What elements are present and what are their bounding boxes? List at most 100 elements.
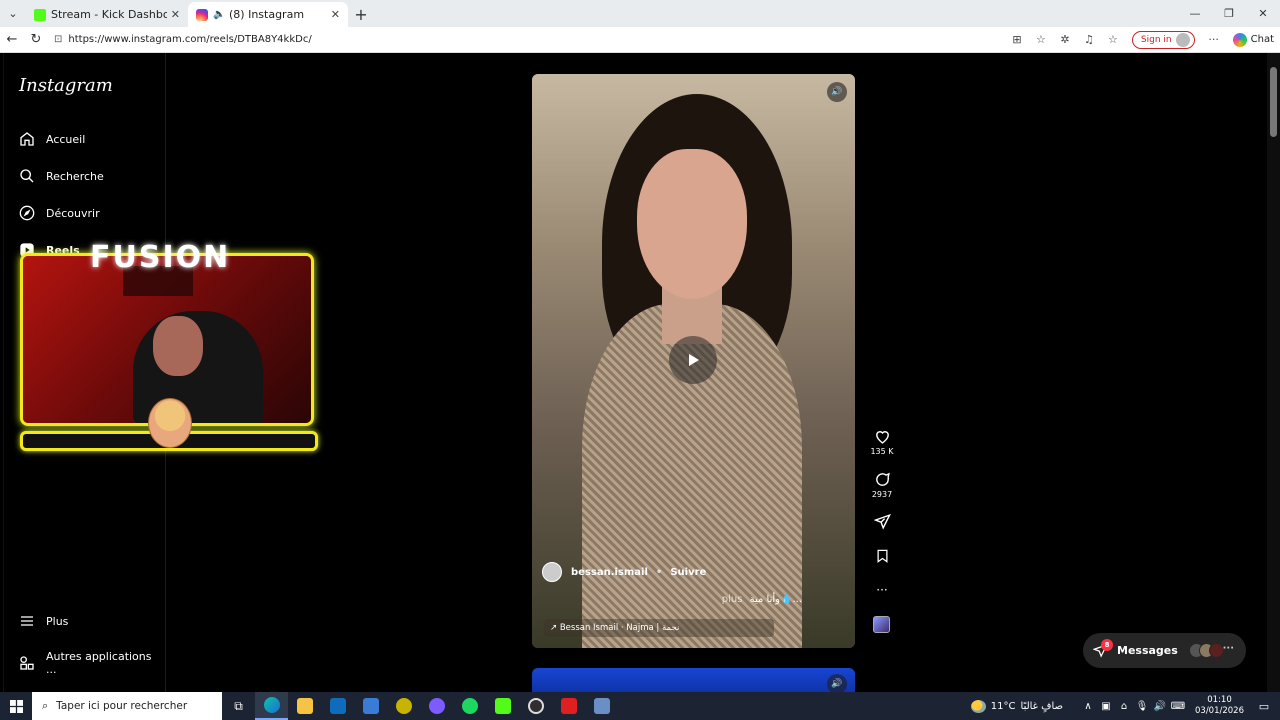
new-tab-button[interactable]: + bbox=[348, 2, 374, 27]
author-username[interactable]: bessan.ismail bbox=[571, 567, 648, 578]
menu-icon bbox=[19, 613, 35, 629]
more-menu-icon[interactable]: ··· bbox=[1203, 33, 1225, 46]
tab-kick-dashboard[interactable]: Stream - Kick Dashboard ✕ bbox=[26, 2, 188, 27]
url-text: https://www.instagram.com/reels/DTBA8Y4k… bbox=[68, 34, 312, 45]
more-options-icon[interactable]: ··· bbox=[866, 583, 898, 597]
next-reel-preview[interactable]: 🔊 bbox=[532, 668, 855, 692]
heart-icon bbox=[875, 431, 889, 444]
refresh-icon[interactable]: ↻ bbox=[24, 32, 48, 47]
like-button[interactable]: 135 K bbox=[866, 428, 898, 456]
instagram-favicon-icon bbox=[196, 8, 208, 21]
tab-instagram[interactable]: 🔈 (8) Instagram ✕ bbox=[188, 2, 348, 27]
search-placeholder: Taper ici pour rechercher bbox=[56, 700, 188, 712]
clock[interactable]: 01:10 03/01/2026 bbox=[1195, 695, 1244, 717]
reel-caption[interactable]: plus وأنا مية💧... bbox=[532, 594, 802, 605]
send-icon bbox=[873, 513, 891, 530]
microphone-icon[interactable]: 🎙 bbox=[1134, 701, 1150, 712]
reel-author: bessan.ismail • Suivre bbox=[542, 562, 706, 582]
nav-more[interactable]: Plus bbox=[19, 613, 68, 629]
notifications-icon[interactable]: ▭ bbox=[1254, 700, 1274, 713]
close-icon[interactable]: ✕ bbox=[331, 8, 340, 21]
app-icon[interactable] bbox=[552, 692, 585, 720]
follow-button[interactable]: Suivre bbox=[670, 567, 706, 578]
copilot-chat-button[interactable]: Chat bbox=[1232, 32, 1274, 47]
reel-video[interactable]: 🔊 bessan.ismail • Suivre plus وأنا مية💧.… bbox=[532, 74, 855, 648]
home-icon bbox=[19, 131, 35, 147]
nav-search[interactable]: Recherche bbox=[19, 168, 104, 184]
window-controls: — ❐ ✕ bbox=[1178, 0, 1280, 27]
task-view-icon[interactable]: ⧉ bbox=[222, 692, 255, 720]
site-info-icon[interactable]: ⊡ bbox=[54, 34, 62, 45]
toolbar-icons: ⊞ ☆ ✲ ♫ ☆ Sign in ··· Chat bbox=[1006, 30, 1280, 49]
store-icon[interactable] bbox=[354, 692, 387, 720]
url-field[interactable]: ⊡ https://www.instagram.com/reels/DTBA8Y… bbox=[54, 30, 1006, 50]
favorite-star-icon[interactable]: ☆ bbox=[1030, 33, 1052, 46]
nav-other-apps[interactable]: Autres applications ... bbox=[19, 650, 165, 676]
save-button[interactable] bbox=[866, 548, 898, 564]
volume-icon[interactable]: 🔊 bbox=[1152, 701, 1168, 712]
browser-essentials-icon[interactable]: ♫ bbox=[1078, 33, 1100, 46]
audio-thumbnail[interactable] bbox=[873, 616, 890, 633]
webcam-overlay: FUSION bbox=[20, 240, 318, 453]
caption-text: وأنا مية💧... bbox=[749, 594, 802, 605]
chevron-up-icon[interactable]: ∧ bbox=[1080, 701, 1096, 712]
obs-icon[interactable] bbox=[519, 692, 552, 720]
sign-in-label: Sign in bbox=[1140, 34, 1172, 45]
tab-title: Stream - Kick Dashboard bbox=[51, 8, 167, 21]
caption-more-link[interactable]: plus bbox=[722, 594, 743, 605]
edge-icon[interactable] bbox=[255, 692, 288, 720]
sign-in-button[interactable]: Sign in bbox=[1131, 30, 1195, 49]
play-icon bbox=[689, 354, 699, 366]
start-button[interactable] bbox=[0, 692, 32, 720]
volume-icon[interactable]: 🔊 bbox=[827, 674, 847, 692]
comment-button[interactable]: 2937 bbox=[866, 471, 898, 499]
comment-count: 2937 bbox=[871, 490, 893, 499]
nav-label: Découvrir bbox=[46, 206, 100, 220]
tab-actions-icon[interactable]: ⌄ bbox=[0, 0, 26, 27]
share-button[interactable] bbox=[866, 513, 898, 530]
memoji-avatar bbox=[148, 398, 192, 448]
speaker-icon[interactable]: 🔈 bbox=[213, 9, 225, 20]
close-icon[interactable]: ✕ bbox=[171, 8, 180, 21]
file-explorer-icon[interactable] bbox=[288, 692, 321, 720]
like-count: 135 K bbox=[870, 447, 894, 456]
author-avatar[interactable] bbox=[542, 562, 562, 582]
address-bar: ← ↻ ⊡ https://www.instagram.com/reels/DT… bbox=[0, 27, 1280, 53]
app-icon[interactable] bbox=[387, 692, 420, 720]
app-icon[interactable] bbox=[420, 692, 453, 720]
page-scrollbar[interactable] bbox=[1267, 53, 1280, 692]
nav-home[interactable]: Accueil bbox=[19, 131, 85, 147]
minimize-icon[interactable]: — bbox=[1178, 0, 1212, 27]
network-icon[interactable]: ⌂ bbox=[1116, 701, 1132, 712]
comment-icon bbox=[875, 472, 890, 486]
close-window-icon[interactable]: ✕ bbox=[1246, 0, 1280, 27]
restore-icon[interactable]: ❐ bbox=[1212, 0, 1246, 27]
messages-button[interactable]: 8 Messages ··· bbox=[1083, 633, 1246, 668]
play-button[interactable] bbox=[669, 336, 717, 384]
taskbar-search[interactable]: ⌕ Taper ici pour rechercher bbox=[32, 692, 222, 720]
nav-label: Accueil bbox=[46, 132, 86, 146]
clock-time: 01:10 bbox=[1207, 695, 1232, 705]
streamer-head bbox=[153, 316, 203, 376]
spotify-icon[interactable] bbox=[453, 692, 486, 720]
overlay-brand: FUSION bbox=[90, 240, 231, 275]
nav-label: Plus bbox=[46, 614, 69, 628]
instagram-logo[interactable]: Instagram bbox=[19, 75, 113, 96]
extensions-icon[interactable]: ✲ bbox=[1054, 33, 1076, 46]
chat-label: Chat bbox=[1250, 34, 1274, 45]
copilot-icon bbox=[1232, 32, 1247, 47]
app-available-icon[interactable]: ⊞ bbox=[1006, 33, 1028, 46]
favorites-icon[interactable]: ☆ bbox=[1102, 33, 1124, 46]
language-icon[interactable]: ⌨ bbox=[1170, 701, 1186, 712]
app-icon[interactable] bbox=[585, 692, 618, 720]
outlook-icon[interactable] bbox=[321, 692, 354, 720]
back-icon[interactable]: ← bbox=[0, 32, 24, 47]
volume-icon[interactable]: 🔊 bbox=[827, 82, 847, 102]
weather-widget[interactable]: 11°C صافٍ غالبًا bbox=[970, 699, 1063, 713]
nav-label: Autres applications ... bbox=[46, 650, 152, 676]
kick-icon[interactable] bbox=[486, 692, 519, 720]
nav-explore[interactable]: Découvrir bbox=[19, 205, 100, 221]
reel-audio[interactable]: ↗ Bessan Ismail · Najma | نجمة bbox=[544, 619, 774, 637]
scrollbar-thumb[interactable] bbox=[1270, 67, 1277, 137]
tray-app-icon[interactable]: ▣ bbox=[1098, 701, 1114, 712]
